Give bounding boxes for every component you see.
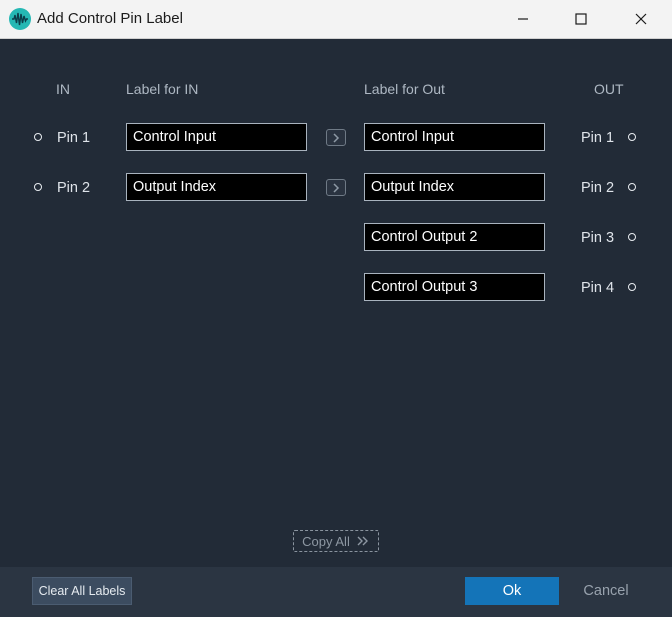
close-button[interactable] <box>612 0 670 38</box>
out-pin-1-connector[interactable] <box>628 133 636 141</box>
title-bar: Add Control Pin Label <box>0 0 672 39</box>
in-pin-1-label-input[interactable] <box>126 123 307 151</box>
minimize-icon <box>518 18 528 20</box>
out-pin-3-label-input[interactable] <box>364 223 545 251</box>
out-pin-4-label: Pin 4 <box>581 280 615 296</box>
window-title: Add Control Pin Label <box>37 10 183 27</box>
out-pin-2-connector[interactable] <box>628 183 636 191</box>
copy-all-button[interactable]: Copy All <box>293 530 379 552</box>
out-pin-1-label-input[interactable] <box>364 123 545 151</box>
in-pin-2-label: Pin 2 <box>57 180 91 196</box>
header-label-out: Label for Out <box>364 81 445 97</box>
in-pin-1-label: Pin 1 <box>57 130 91 146</box>
out-pin-3-connector[interactable] <box>628 233 636 241</box>
ok-button[interactable]: Ok <box>465 577 559 605</box>
maximize-button[interactable] <box>552 0 610 38</box>
cancel-button[interactable]: Cancel <box>568 577 644 605</box>
header-out: OUT <box>594 81 624 97</box>
chevron-right-icon <box>333 132 340 143</box>
header-label-in: Label for IN <box>126 81 199 97</box>
out-pin-4-label-input[interactable] <box>364 273 545 301</box>
out-pin-3-label: Pin 3 <box>581 230 615 246</box>
copy-pin-1-button[interactable] <box>326 129 346 146</box>
close-icon <box>635 13 647 25</box>
out-pin-2-label: Pin 2 <box>581 180 615 196</box>
in-pin-2-label-input[interactable] <box>126 173 307 201</box>
out-pin-4-connector[interactable] <box>628 283 636 291</box>
in-pin-2-connector[interactable] <box>34 183 42 191</box>
double-chevron-right-icon <box>357 536 368 546</box>
dialog-window: Add Control Pin Label IN Label for IN La… <box>0 0 672 617</box>
app-logo-icon <box>9 8 31 30</box>
copy-pin-2-button[interactable] <box>326 179 346 196</box>
out-pin-1-label: Pin 1 <box>581 130 615 146</box>
header-in: IN <box>56 81 70 97</box>
chevron-right-icon <box>333 182 340 193</box>
out-pin-2-label-input[interactable] <box>364 173 545 201</box>
minimize-button[interactable] <box>494 0 552 38</box>
maximize-icon <box>575 13 587 25</box>
in-pin-1-connector[interactable] <box>34 133 42 141</box>
clear-all-labels-button[interactable]: Clear All Labels <box>32 577 132 605</box>
copy-all-label: Copy All <box>302 533 350 549</box>
